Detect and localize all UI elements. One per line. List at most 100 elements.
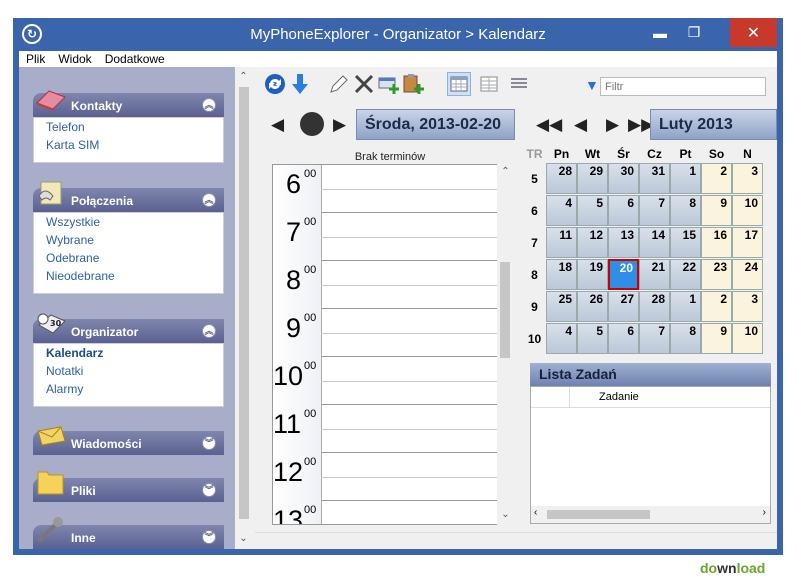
day-cell[interactable]: 27 [608, 291, 639, 322]
restore-button[interactable]: ❐ [677, 18, 711, 47]
edit-pen-icon[interactable] [327, 72, 351, 96]
sidebar-item-odebrane[interactable]: Odebrane [34, 249, 223, 267]
day-grid[interactable]: 6 00 7 00 8 00 9 00 10 00 11 00 12 00 13 00 [272, 164, 509, 525]
day-cell[interactable]: 1 [670, 163, 701, 194]
scroll-up-icon[interactable]: ⌃ [499, 166, 512, 180]
day-cell[interactable]: 11 [546, 227, 577, 258]
view-month-icon[interactable] [447, 72, 471, 96]
section-polaczenia[interactable]: Połączenia ︽ [33, 181, 224, 212]
day-cell[interactable]: 10 [732, 195, 763, 226]
sidebar-item-nieodebrane[interactable]: Nieodebrane [34, 267, 223, 285]
chevron-down-icon[interactable]: ︾ [202, 483, 216, 497]
day-cell[interactable]: 29 [577, 163, 608, 194]
scroll-thumb[interactable] [500, 262, 510, 358]
section-organizator[interactable]: 30 Organizator ︽ [33, 313, 224, 343]
day-cell[interactable]: 2 [701, 163, 732, 194]
download-arrow-icon[interactable] [288, 72, 312, 96]
section-pliki[interactable]: Pliki ︾ [33, 471, 224, 502]
day-cell[interactable]: 9 [701, 323, 732, 354]
week-number[interactable]: 8 [524, 268, 545, 282]
day-cell[interactable]: 5 [577, 195, 608, 226]
filter-funnel-icon[interactable]: ▼ [585, 77, 599, 93]
section-wiadomosci[interactable]: Wiadomości ︾ [33, 426, 224, 455]
day-cell[interactable]: 8 [670, 195, 701, 226]
sync-icon[interactable] [263, 72, 287, 96]
tasks-list[interactable]: Zadanie ‹ › [530, 386, 771, 524]
hour-slot[interactable]: 8 00 [273, 261, 503, 309]
delete-cross-icon[interactable] [352, 72, 376, 96]
sidebar-item-wszystkie[interactable]: Wszystkie [34, 213, 223, 231]
hour-slot[interactable]: 12 00 [273, 453, 503, 501]
view-week-icon[interactable] [477, 72, 501, 96]
day-cell[interactable]: 28 [546, 163, 577, 194]
prev-year-icon[interactable]: ◀◀ [536, 115, 562, 135]
day-cell[interactable]: 26 [577, 291, 608, 322]
scroll-up-icon[interactable]: ⌃ [237, 71, 250, 85]
hour-slot[interactable]: 11 00 [273, 405, 503, 453]
scroll-thumb[interactable] [547, 510, 650, 519]
scroll-right-icon[interactable]: › [763, 507, 766, 518]
week-number[interactable]: 10 [524, 332, 545, 346]
day-cell[interactable]: 2 [701, 291, 732, 322]
filter-input[interactable] [600, 77, 766, 96]
menu-widok[interactable]: Widok [51, 52, 97, 66]
sidebar-item-wybrane[interactable]: Wybrane [34, 231, 223, 249]
hour-slot[interactable]: 10 00 [273, 357, 503, 405]
hour-slot[interactable]: 9 00 [273, 309, 503, 357]
hour-slot[interactable]: 7 00 [273, 213, 503, 261]
day-cell[interactable]: 6 [608, 195, 639, 226]
day-cell[interactable]: 18 [546, 259, 577, 290]
day-scrollbar[interactable]: ⌃ ⌄ [497, 164, 513, 525]
sidebar-item-alarmy[interactable]: Alarmy [34, 380, 223, 398]
chevron-up-icon[interactable]: ︽ [202, 98, 216, 112]
week-number[interactable]: 9 [524, 300, 545, 314]
day-cell[interactable]: 4 [546, 323, 577, 354]
tasks-scrollbar[interactable]: ‹ › [531, 506, 770, 523]
paste-add-icon[interactable] [402, 72, 426, 96]
menu-plik[interactable]: Plik [19, 52, 51, 66]
view-list-icon[interactable] [507, 72, 531, 96]
day-cell[interactable]: 25 [546, 291, 577, 322]
week-number[interactable]: 7 [524, 236, 545, 250]
day-cell[interactable]: 14 [639, 227, 670, 258]
day-cell[interactable]: 17 [732, 227, 763, 258]
day-cell[interactable]: 24 [732, 259, 763, 290]
day-cell[interactable]: 23 [701, 259, 732, 290]
day-cell[interactable]: 6 [608, 323, 639, 354]
scroll-down-icon[interactable]: ⌄ [237, 533, 250, 547]
day-cell[interactable]: 21 [639, 259, 670, 290]
week-number[interactable]: 6 [524, 204, 545, 218]
day-cell[interactable]: 19 [577, 259, 608, 290]
sidebar-scrollbar[interactable]: ⌃ ⌄ [235, 67, 252, 549]
day-cell[interactable]: 28 [639, 291, 670, 322]
day-cell[interactable]: 20 [608, 259, 639, 290]
prev-month-icon[interactable]: ◀ [574, 115, 587, 135]
chevron-down-icon[interactable]: ︾ [202, 530, 216, 544]
sidebar-item-kalendarz[interactable]: Kalendarz [34, 344, 223, 362]
sidebar-item-notatki[interactable]: Notatki [34, 362, 223, 380]
day-cell[interactable]: 30 [608, 163, 639, 194]
day-cell[interactable]: 13 [608, 227, 639, 258]
close-button[interactable]: ✕ [730, 18, 777, 47]
next-day-icon[interactable]: ▶ [333, 115, 346, 135]
day-cell[interactable]: 5 [577, 323, 608, 354]
section-inne[interactable]: Inne ︾ [33, 517, 224, 549]
sidebar-item-telefon[interactable]: Telefon [34, 118, 223, 136]
sidebar-item-karta-sim[interactable]: Karta SIM [34, 136, 223, 154]
day-cell[interactable]: 1 [670, 291, 701, 322]
day-cell[interactable]: 31 [639, 163, 670, 194]
prev-day-icon[interactable]: ◀ [271, 115, 284, 135]
day-cell[interactable]: 7 [639, 195, 670, 226]
day-cell[interactable]: 8 [670, 323, 701, 354]
minimize-button[interactable]: ▬ [643, 18, 677, 47]
day-cell[interactable]: 3 [732, 291, 763, 322]
next-month-icon[interactable]: ▶ [606, 115, 619, 135]
day-cell[interactable]: 16 [701, 227, 732, 258]
hour-slot[interactable]: 6 00 [273, 165, 503, 213]
day-cell[interactable]: 4 [546, 195, 577, 226]
day-cell[interactable]: 9 [701, 195, 732, 226]
scroll-down-icon[interactable]: ⌄ [499, 509, 512, 523]
day-cell[interactable]: 7 [639, 323, 670, 354]
section-kontakty[interactable]: Kontakty ︽ [33, 90, 224, 117]
day-cell[interactable]: 12 [577, 227, 608, 258]
